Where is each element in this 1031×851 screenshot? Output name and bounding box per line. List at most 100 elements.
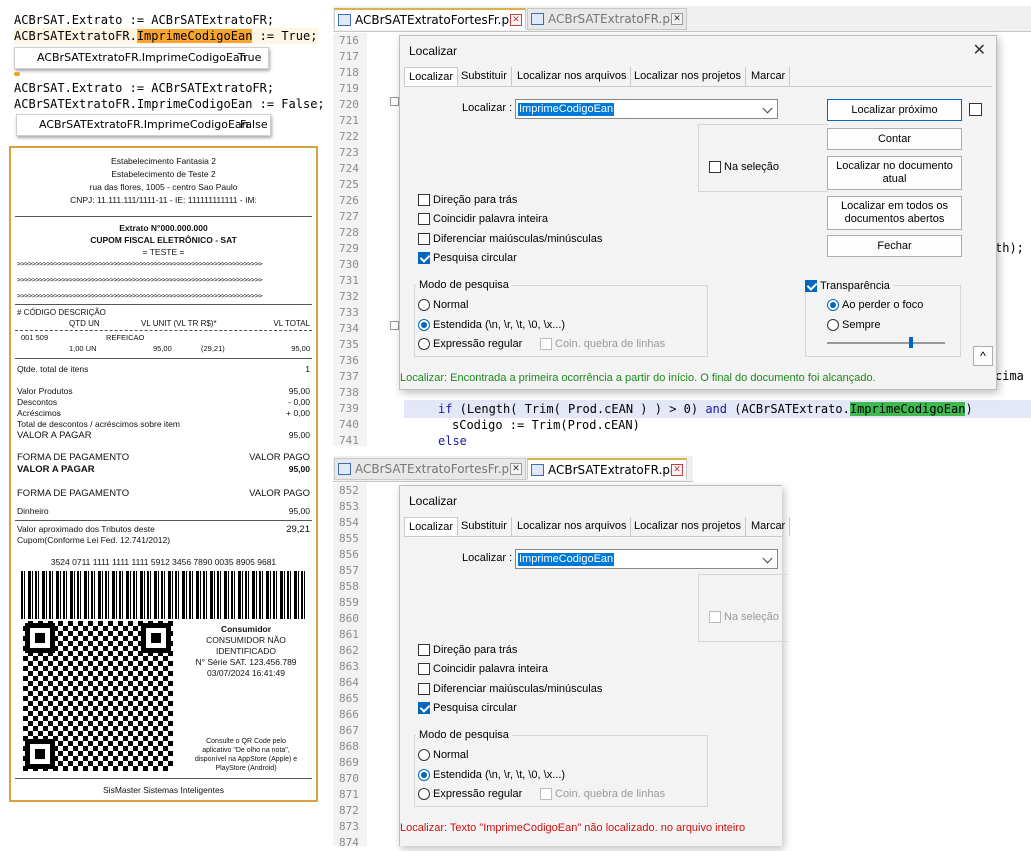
tab-marcar[interactable]: Marcar	[747, 67, 791, 86]
find-all-docs-button[interactable]: Localizar em todos os documentos abertos	[827, 196, 962, 230]
checkbox-label: Direção para trás	[433, 194, 518, 206]
count-button[interactable]: Contar	[827, 128, 962, 150]
mode-normal-radio[interactable]: Normal	[418, 749, 468, 761]
emission-date: 03/07/2024 16:41:49	[207, 668, 285, 678]
chevron-down-icon[interactable]	[762, 553, 773, 564]
chevron-down-icon[interactable]	[762, 103, 773, 114]
value-hint-false: ACBrSATExtratoFR.ImprimeCodigoEan False	[16, 114, 271, 136]
code-line-739: if (Length( Trim( Prod.cEAN ) ) > 0) and…	[438, 401, 973, 417]
dialog-tabs: Localizar Substituir Localizar nos arqui…	[404, 517, 791, 537]
find-input[interactable]: ImprimeCodigoEan	[515, 99, 778, 119]
find-in-document-button[interactable]: Localizar no documento atual	[827, 156, 962, 190]
close-tab-icon[interactable]: ✕	[510, 14, 522, 26]
line-number: 718	[339, 66, 359, 79]
transparency-checkbox[interactable]: Transparência	[805, 280, 893, 292]
qtde-label: Qtde. total de itens	[17, 364, 89, 374]
tab-localizar[interactable]: Localizar	[404, 517, 459, 536]
in-selection-checkbox[interactable]: Na seleção	[709, 611, 779, 623]
tab-localizar-arquivos[interactable]: Localizar nos arquivos	[513, 517, 632, 536]
qtde-value: 1	[305, 364, 310, 374]
backward-checkbox[interactable]: Direção para trás	[418, 194, 517, 206]
item-description: REFEICAO	[106, 333, 145, 342]
radio-circle	[827, 319, 839, 331]
transparency-slider[interactable]	[827, 342, 945, 344]
code-line-741: else	[438, 434, 467, 448]
whole-word-checkbox[interactable]: Coincidir palavra inteira	[418, 663, 548, 675]
whole-word-checkbox[interactable]: Coincidir palavra inteira	[418, 213, 548, 225]
mode-normal-radio[interactable]: Normal	[418, 299, 468, 311]
collapse-up-icon[interactable]: ^	[973, 346, 993, 366]
line-number: 857	[339, 564, 359, 577]
hint-name: ACBrSATExtratoFR.ImprimeCodigoEan	[37, 51, 247, 64]
tab-localizar[interactable]: Localizar	[404, 67, 459, 86]
close-tab-icon[interactable]: ✕	[510, 463, 522, 475]
line-number: 861	[339, 628, 359, 641]
find-input[interactable]: ImprimeCodigoEan	[515, 549, 778, 569]
search-match: ImprimeCodigoEan	[849, 402, 966, 416]
close-icon[interactable]: ✕	[973, 40, 986, 60]
tab-extrato-fr[interactable]: ACBrSATExtratoFR.pas ✕	[527, 458, 687, 480]
consumidor-text: CONSUMIDOR NÃO	[206, 635, 286, 645]
mode-regex-radio[interactable]: Expressão regular	[418, 788, 522, 800]
radio-label: Expressão regular	[433, 788, 523, 800]
checkbox-label: Na seleção	[724, 611, 780, 623]
receipt-header-line: CNPJ: 11.111.111/1111-11 - IE: 111111111…	[70, 195, 257, 205]
tab-localizar-projetos[interactable]: Localizar nos projetos	[630, 517, 747, 536]
backward-checkbox[interactable]: Direção para trás	[418, 644, 517, 656]
line-number: 737	[339, 370, 359, 383]
status-message: Localizar: Encontrada a primeira ocorrên…	[400, 372, 876, 384]
checkbox-box	[418, 194, 430, 206]
tab-marcar[interactable]: Marcar	[747, 517, 791, 536]
dot-newline-checkbox[interactable]: Coin. quebra de linhas	[540, 338, 665, 350]
tab-extrato-fortes[interactable]: ACBrSATExtratoFortesFr.pas ✕	[334, 458, 526, 480]
qr-code	[23, 621, 173, 771]
pas-file-icon	[338, 14, 351, 26]
fold-toggle-icon[interactable]	[390, 321, 399, 330]
wrap-around-checkbox[interactable]: Pesquisa circular	[418, 702, 517, 714]
checkbox-box	[418, 252, 430, 264]
match-case-checkbox[interactable]: Diferenciar maiúsculas/minúsculas	[418, 233, 602, 245]
mode-extended-radio[interactable]: Estendida (\n, \r, \t, \0, \x...)	[418, 769, 565, 781]
close-tab-icon[interactable]: ✕	[671, 13, 683, 25]
code-text: := True;	[252, 29, 318, 43]
receipt-cupom-title: CUPOM FISCAL ELETRÔNICO - SAT	[90, 235, 237, 245]
on-lose-focus-radio[interactable]: Ao perder o foco	[827, 299, 923, 311]
mode-extended-radio[interactable]: Estendida (\n, \r, \t, \0, \x...)	[418, 319, 565, 331]
always-radio[interactable]: Sempre	[827, 319, 881, 331]
qr-instructions: aplicativo "De olho na nota",	[202, 747, 290, 754]
receipt-extrato-number: Extrato N°000.000.000	[119, 223, 208, 233]
split-checkbox[interactable]	[969, 103, 982, 116]
tab-extrato-fr[interactable]: ACBrSATExtratoFR.pas ✕	[527, 8, 687, 30]
valor-produtos-value: 95,00	[288, 386, 310, 396]
checkbox-box	[418, 702, 430, 714]
tab-substituir[interactable]: Substituir	[457, 67, 512, 86]
valor-pagar-value: 95,00	[288, 430, 310, 440]
line-number: 723	[339, 146, 359, 159]
line-number: 730	[339, 258, 359, 271]
in-selection-checkbox[interactable]: Na seleção	[709, 161, 779, 173]
acrescimos-label: Acréscimos	[17, 408, 61, 418]
slider-thumb[interactable]	[909, 337, 913, 348]
line-number: 717	[339, 50, 359, 63]
tab-localizar-projetos[interactable]: Localizar nos projetos	[630, 67, 747, 86]
checkbox-label: Coincidir palavra inteira	[433, 213, 548, 225]
checkbox-box	[709, 161, 721, 173]
match-case-checkbox[interactable]: Diferenciar maiúsculas/minúsculas	[418, 683, 602, 695]
mode-regex-radio[interactable]: Expressão regular	[418, 338, 522, 350]
receipt-header-line: Estabelecimento Fantasia 2	[111, 156, 216, 166]
close-tab-icon[interactable]: ✕	[671, 464, 683, 476]
fold-toggle-icon[interactable]	[390, 97, 399, 106]
tab-substituir[interactable]: Substituir	[457, 517, 512, 536]
find-next-button[interactable]: Localizar próximo	[827, 99, 962, 121]
radio-circle	[827, 299, 839, 311]
tab-localizar-arquivos[interactable]: Localizar nos arquivos	[513, 67, 632, 86]
checkbox-label: Pesquisa circular	[433, 702, 517, 714]
code-text: (ACBrSATExtrato.	[727, 402, 850, 416]
tab-extrato-fortes[interactable]: ACBrSATExtratoFortesFr.pas ✕	[334, 8, 526, 30]
dot-newline-checkbox[interactable]: Coin. quebra de linhas	[540, 788, 665, 800]
code-line-1: ACBrSAT.Extrato := ACBrSATExtratoFR;	[14, 13, 275, 27]
valor-produtos-label: Valor Produtos	[17, 386, 73, 396]
wrap-around-checkbox[interactable]: Pesquisa circular	[418, 252, 517, 264]
qr-instructions: Consulte o QR Code pelo	[206, 738, 286, 745]
close-button[interactable]: Fechar	[827, 235, 962, 257]
